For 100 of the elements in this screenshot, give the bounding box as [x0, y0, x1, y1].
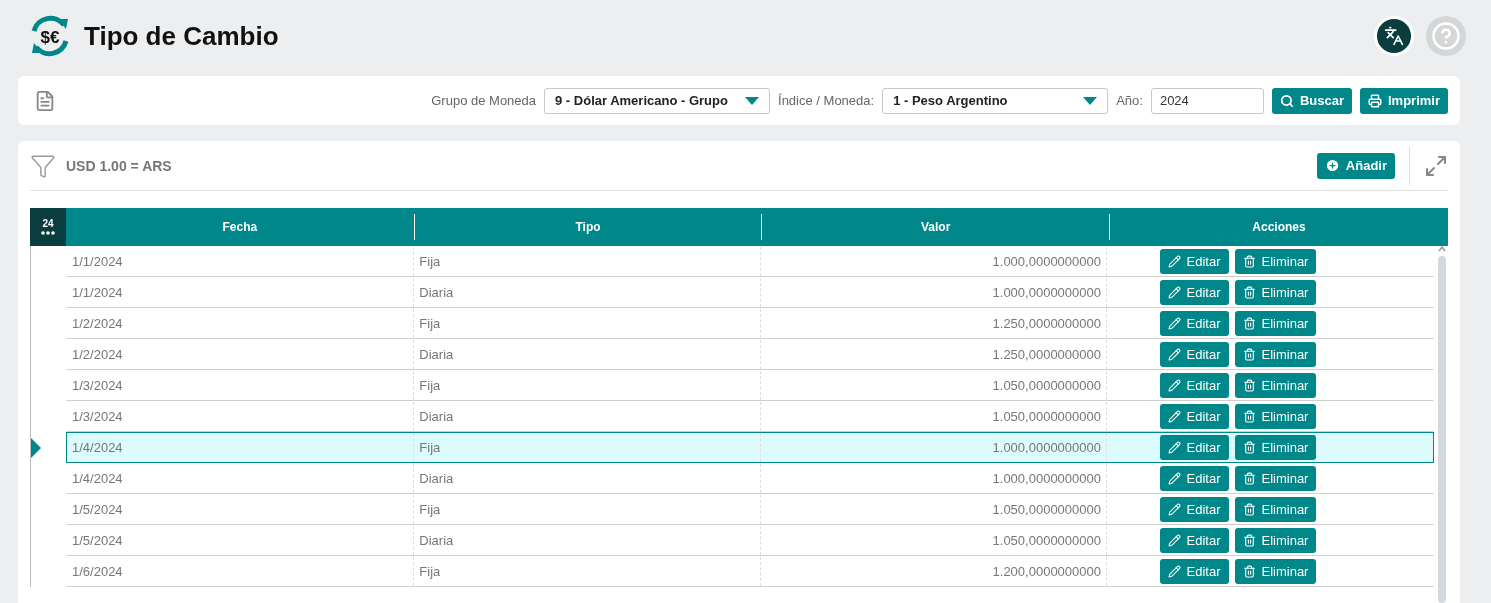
table-cell: Diaria [413, 464, 760, 493]
table-cell-text: 1/3/2024 [71, 377, 124, 395]
table-row[interactable]: 1/4/2024 Fija 1.000,0000000000 Editar Eliminar [66, 432, 1434, 463]
table-row[interactable]: 1/2/2024 Fija 1.250,0000000000 Editar Eliminar [66, 308, 1434, 339]
more-icon [41, 231, 55, 235]
trash-icon [1242, 410, 1256, 423]
table-cell: 1.050,0000000000 [759, 371, 1106, 400]
table-row[interactable]: 1/2/2024 Diaria 1.250,0000000000 Editar Eliminar [66, 339, 1434, 370]
translate-button[interactable] [1374, 16, 1414, 56]
table-row[interactable]: 1/6/2024 Fija 1.200,0000000000 Editar Eliminar [66, 556, 1434, 587]
table-cell: 1.000,0000000000 [759, 278, 1106, 307]
trash-icon [1242, 441, 1256, 454]
edit-button[interactable]: Editar [1159, 249, 1229, 274]
column-header[interactable]: Acciones [1109, 214, 1448, 240]
delete-button[interactable]: Eliminar [1234, 559, 1317, 584]
table-cell: 1.250,0000000000 [759, 309, 1106, 338]
delete-button[interactable]: Eliminar [1234, 311, 1317, 336]
table-cell: Fija [413, 557, 760, 586]
delete-button[interactable]: Eliminar [1234, 342, 1317, 367]
table-row[interactable]: 1/3/2024 Fija 1.050,0000000000 Editar Eliminar [66, 370, 1434, 401]
edit-button[interactable]: Editar [1159, 404, 1229, 429]
trash-icon [1242, 472, 1256, 485]
help-icon [1431, 21, 1461, 51]
delete-button[interactable]: Eliminar [1234, 435, 1317, 460]
delete-button[interactable]: Eliminar [1234, 249, 1317, 274]
table-cell: 1.050,0000000000 [759, 526, 1106, 555]
delete-button[interactable]: Eliminar [1234, 497, 1317, 522]
trash-icon [1242, 317, 1256, 330]
column-header[interactable]: Valor [761, 214, 1109, 240]
translate-icon [1384, 26, 1404, 46]
document-filter-icon [34, 89, 56, 112]
delete-button[interactable]: Eliminar [1234, 280, 1317, 305]
edit-button[interactable]: Editar [1159, 311, 1229, 336]
table-cell: 1.000,0000000000 [759, 247, 1106, 276]
pencil-icon [1167, 503, 1181, 516]
pencil-icon [1167, 286, 1181, 299]
table-cell-text: 1/1/2024 [71, 284, 124, 302]
table-cell-text: 1/1/2024 [71, 253, 124, 271]
table-row[interactable]: 1/5/2024 Fija 1.050,0000000000 Editar Eliminar [66, 494, 1434, 525]
pencil-icon [1167, 379, 1181, 392]
input-field[interactable]: 2024 [1150, 87, 1264, 114]
edit-button[interactable]: Editar [1159, 466, 1229, 491]
table-row[interactable]: 1/5/2024 Diaria 1.050,0000000000 Editar Eliminar [66, 525, 1434, 556]
delete-button[interactable]: Eliminar [1234, 528, 1317, 553]
table-row[interactable]: 1/1/2024 Fija 1.000,0000000000 Editar Eliminar [66, 246, 1434, 277]
table-cell: 1.000,0000000000 [759, 464, 1106, 493]
table-cell: Diaria [413, 340, 760, 369]
toolbar-button[interactable]: Buscar [1271, 87, 1352, 114]
table-cell: Fija [413, 309, 760, 338]
plus-icon [1324, 158, 1340, 173]
trash-icon [1242, 286, 1256, 299]
table-row[interactable]: 1/1/2024 Diaria 1.000,0000000000 Editar Eliminar [66, 277, 1434, 308]
delete-button[interactable]: Eliminar [1234, 466, 1317, 491]
table-cell-text: 1/5/2024 [71, 501, 124, 519]
trash-icon [1242, 534, 1256, 547]
edit-button[interactable]: Editar [1159, 373, 1229, 398]
table-cell: Fija [413, 371, 760, 400]
edit-button[interactable]: Editar [1159, 280, 1229, 305]
edit-button[interactable]: Editar [1159, 435, 1229, 460]
trash-icon [1242, 348, 1256, 361]
search-icon [1279, 93, 1294, 108]
table-row[interactable]: 1/4/2024 Diaria 1.000,0000000000 Editar Eliminar [66, 463, 1434, 494]
help-button[interactable] [1426, 16, 1466, 56]
field-label: Año: [1116, 93, 1143, 108]
column-header[interactable]: Fecha [66, 214, 414, 240]
delete-button[interactable]: Eliminar [1234, 373, 1317, 398]
table-cell: Fija [413, 247, 760, 276]
page-size-button[interactable]: 24 [30, 208, 66, 246]
table-cell: 1.250,0000000000 [759, 340, 1106, 369]
edit-button[interactable]: Editar [1159, 559, 1229, 584]
table-cell: Diaria [413, 526, 760, 555]
expand-icon[interactable] [1424, 153, 1448, 178]
trash-icon [1242, 255, 1256, 268]
edit-button[interactable]: Editar [1159, 497, 1229, 522]
dropdown[interactable]: 1 - Peso Argentino [882, 87, 1109, 114]
pencil-icon [1167, 317, 1181, 330]
table-cell-text: 1/6/2024 [71, 563, 124, 581]
field-label: Grupo de Moneda [431, 93, 537, 108]
trash-icon [1242, 379, 1256, 392]
table-cell: Fija [413, 433, 760, 462]
pencil-icon [1167, 472, 1181, 485]
column-header[interactable]: Tipo [413, 214, 762, 240]
table-cell-text: 1/2/2024 [71, 346, 124, 364]
trash-icon [1242, 565, 1256, 578]
add-button[interactable]: Añadir [1316, 152, 1395, 179]
table-row[interactable]: 1/3/2024 Diaria 1.050,0000000000 Editar Eliminar [66, 401, 1434, 432]
edit-button[interactable]: Editar [1159, 528, 1229, 553]
dropdown[interactable]: 9 - Dólar Americano - Grupo [544, 87, 771, 114]
pencil-icon [1167, 441, 1181, 454]
pencil-icon [1167, 565, 1181, 578]
page-title: Tipo de Cambio [84, 20, 279, 52]
delete-button[interactable]: Eliminar [1234, 404, 1317, 429]
scrollbar[interactable] [1436, 246, 1448, 603]
table-cell-text: 1/5/2024 [71, 532, 124, 550]
table-cell: 1.050,0000000000 [759, 495, 1106, 524]
edit-button[interactable]: Editar [1159, 342, 1229, 367]
toolbar-button[interactable]: Imprimir [1360, 87, 1448, 114]
scroll-up-icon[interactable] [1438, 246, 1446, 252]
table-cell: 1.050,0000000000 [759, 402, 1106, 431]
field-label: Índice / Moneda: [778, 93, 875, 108]
